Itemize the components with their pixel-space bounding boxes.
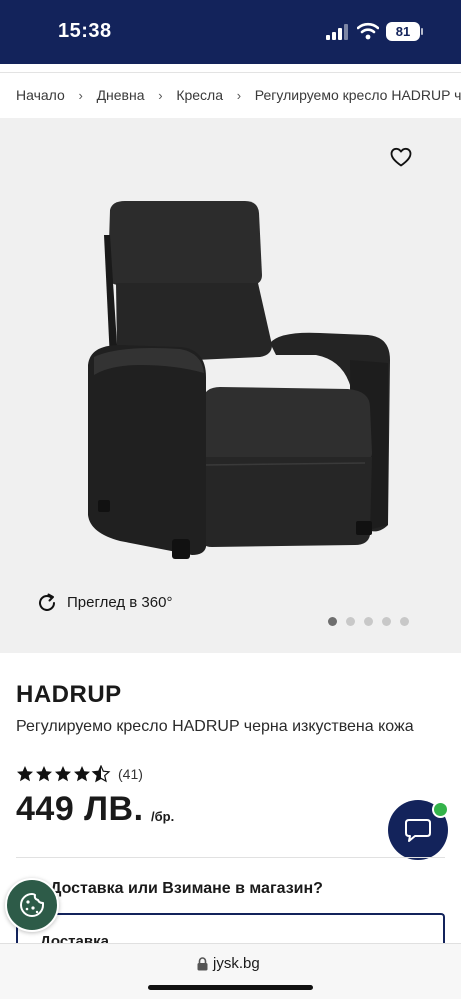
product-brand: HADRUP — [16, 681, 122, 708]
gallery-dot[interactable] — [364, 617, 373, 626]
signal-icon — [326, 24, 348, 40]
view-360-button[interactable]: Преглед в 360° — [67, 594, 172, 611]
rotate-360-icon[interactable] — [36, 592, 58, 614]
heart-icon[interactable] — [389, 145, 413, 169]
cookie-icon — [20, 893, 44, 917]
gallery-dot[interactable] — [400, 617, 409, 626]
gallery-pagination — [328, 617, 409, 627]
lock-icon — [197, 957, 208, 971]
url-text[interactable]: jysk.bg — [213, 955, 260, 972]
battery-indicator: 81 — [386, 22, 420, 41]
product-name: Регулируемо кресло HADRUP черна изкустве… — [16, 718, 414, 735]
chevron-right-icon: › — [236, 87, 242, 103]
product-price: 449 ЛВ. — [16, 790, 144, 828]
star-icon — [17, 765, 110, 782]
battery-cap — [421, 28, 423, 35]
wifi-icon — [357, 22, 379, 40]
gallery-dot[interactable] — [328, 617, 337, 626]
product-image-recliner[interactable] — [80, 195, 400, 565]
breadcrumb-item-armchairs[interactable]: Кресла — [176, 87, 223, 103]
rating-count[interactable]: (41) — [118, 766, 143, 782]
delivery-title: Доставка или Взимане в магазин? — [50, 880, 323, 897]
breadcrumb-item-home[interactable]: Начало — [16, 87, 65, 103]
status-bar: 15:38 81 — [0, 0, 461, 64]
chevron-right-icon: › — [158, 87, 163, 103]
gallery-dot[interactable] — [382, 617, 391, 626]
status-time: 15:38 — [58, 20, 112, 42]
divider — [16, 857, 445, 858]
breadcrumb-item-living-room[interactable]: Дневна — [97, 87, 145, 103]
home-indicator — [148, 985, 313, 990]
site-header — [0, 64, 461, 73]
price-unit: /бр. — [151, 809, 175, 824]
gallery-dot[interactable] — [346, 617, 355, 626]
breadcrumb-item-current: Регулируемо кресло HADRUP черна изкустве… — [254, 87, 461, 104]
cookie-settings-button[interactable] — [5, 878, 59, 932]
chevron-right-icon: › — [78, 87, 83, 103]
chat-online-indicator — [432, 801, 449, 818]
chat-icon — [405, 819, 431, 842]
product-rating[interactable]: (41) — [16, 765, 143, 783]
breadcrumb: Начало › Дневна › Кресла › Регулируемо к… — [16, 86, 461, 103]
